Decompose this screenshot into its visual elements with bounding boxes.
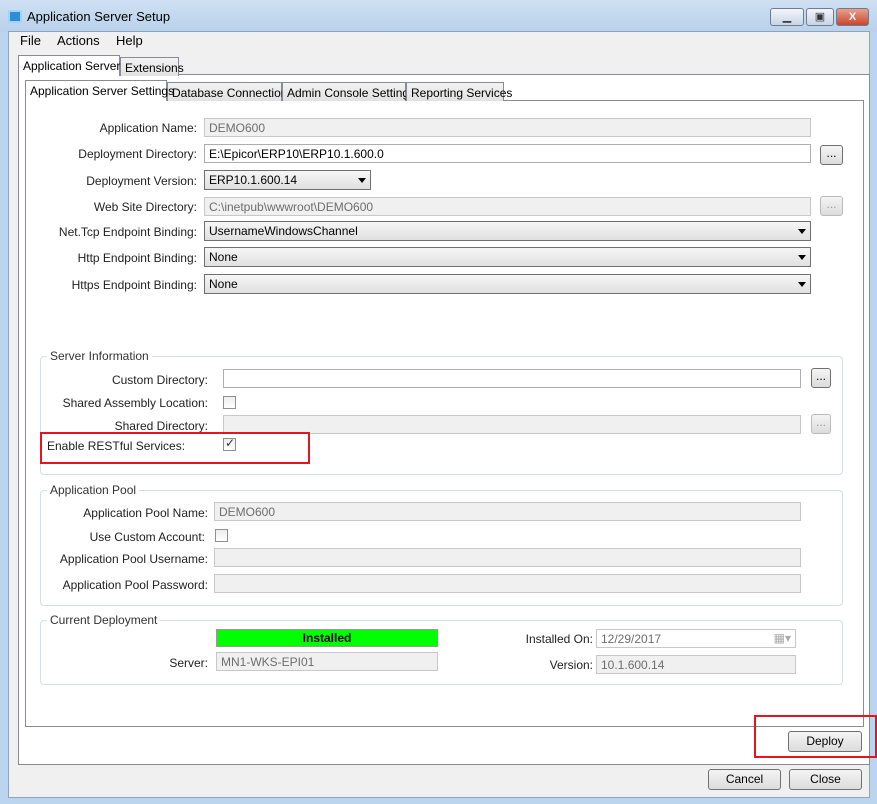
menu-actions[interactable]: Actions <box>57 33 100 48</box>
tab-application-server[interactable]: Application Server <box>18 55 120 76</box>
highlight-box <box>40 432 310 464</box>
close-button[interactable]: Close <box>789 769 862 790</box>
server-info-title: Server Information <box>47 349 152 363</box>
web-dir-field: C:\inetpub\wwwroot\DEMO600 <box>204 197 811 216</box>
custom-dir-browse-button[interactable]: ... <box>811 368 831 388</box>
https-label: Https Endpoint Binding: <box>71 278 197 292</box>
deploy-ver-label: Deployment Version: <box>86 174 197 188</box>
pool-pass-label: Application Pool Password: <box>62 578 208 592</box>
minimize-button[interactable]: ▁ <box>770 8 804 26</box>
deploy-dir-label: Deployment Directory: <box>78 147 197 161</box>
app-name-field: DEMO600 <box>204 118 811 137</box>
pool-user-field <box>214 548 801 567</box>
deploy-ver-value: ERP10.1.600.14 <box>209 173 298 187</box>
menu-help[interactable]: Help <box>116 33 143 48</box>
chevron-down-icon <box>798 255 806 260</box>
nettcp-value: UsernameWindowsChannel <box>209 224 358 238</box>
pool-user-label: Application Pool Username: <box>59 552 208 566</box>
tab-app-server-settings[interactable]: Application Server Settings <box>25 80 174 101</box>
title-bar: Application Server Setup ▁ ▣ X <box>0 0 877 32</box>
app-pool-title: Application Pool <box>47 483 140 497</box>
shared-dir-label: Shared Directory: <box>114 419 208 433</box>
http-select[interactable]: None <box>204 247 811 267</box>
server-label: Server: <box>169 656 208 670</box>
custom-account-label: Use Custom Account: <box>89 530 205 544</box>
deploy-ver-select[interactable]: ERP10.1.600.14 <box>204 170 371 190</box>
nettcp-select[interactable]: UsernameWindowsChannel <box>204 221 811 241</box>
pool-pass-field <box>214 574 801 593</box>
installed-on-value: 12/29/2017 <box>601 632 662 646</box>
app-icon <box>8 10 22 23</box>
tab-extensions[interactable]: Extensions <box>120 57 184 76</box>
nettcp-label: Net.Tcp Endpoint Binding: <box>58 225 197 239</box>
highlight-box <box>754 715 877 758</box>
deploy-dir-field[interactable]: E:\Epicor\ERP10\ERP10.1.600.0 <box>204 144 811 163</box>
custom-dir-label: Custom Directory: <box>111 373 208 387</box>
pool-name-label: Application Pool Name: <box>83 506 208 520</box>
http-value: None <box>209 250 238 264</box>
server-field: MN1-WKS-EPI01 <box>216 652 438 671</box>
current-deployment-title: Current Deployment <box>47 613 161 627</box>
https-select[interactable]: None <box>204 274 811 294</box>
menu-bar: File Actions Help <box>8 31 870 51</box>
http-label: Http Endpoint Binding: <box>77 251 197 265</box>
status-badge: Installed <box>216 629 438 647</box>
version-field: 10.1.600.14 <box>596 655 796 674</box>
shared-dir-browse-button[interactable]: ... <box>811 414 831 434</box>
tab-reporting-services[interactable]: Reporting Services <box>406 82 512 101</box>
web-dir-label: Web Site Directory: <box>93 200 197 214</box>
menu-file[interactable]: File <box>20 33 41 48</box>
tab-database-connection[interactable]: Database Connection <box>167 82 287 101</box>
pool-name-field: DEMO600 <box>214 502 801 521</box>
tab-admin-console-settings[interactable]: Admin Console Settings <box>282 82 415 101</box>
shared-asm-label: Shared Assembly Location: <box>62 396 208 410</box>
cancel-button[interactable]: Cancel <box>708 769 781 790</box>
app-name-label: Application Name: <box>99 121 197 135</box>
calendar-icon: ▦▾ <box>773 631 791 645</box>
web-dir-browse-button[interactable]: ... <box>820 196 843 216</box>
deploy-dir-browse-button[interactable]: ... <box>820 145 843 165</box>
chevron-down-icon <box>798 229 806 234</box>
window-title: Application Server Setup <box>27 9 171 24</box>
maximize-button[interactable]: ▣ <box>806 8 834 26</box>
version-label: Version: <box>549 658 593 672</box>
https-value: None <box>209 277 238 291</box>
close-window-button[interactable]: X <box>836 8 869 26</box>
shared-asm-checkbox[interactable] <box>223 396 236 409</box>
custom-dir-field[interactable] <box>223 369 801 388</box>
custom-account-checkbox[interactable] <box>215 529 228 542</box>
installed-on-field: 12/29/2017 ▦▾ <box>596 629 796 648</box>
chevron-down-icon <box>358 178 366 183</box>
chevron-down-icon <box>798 282 806 287</box>
installed-on-label: Installed On: <box>525 632 593 646</box>
